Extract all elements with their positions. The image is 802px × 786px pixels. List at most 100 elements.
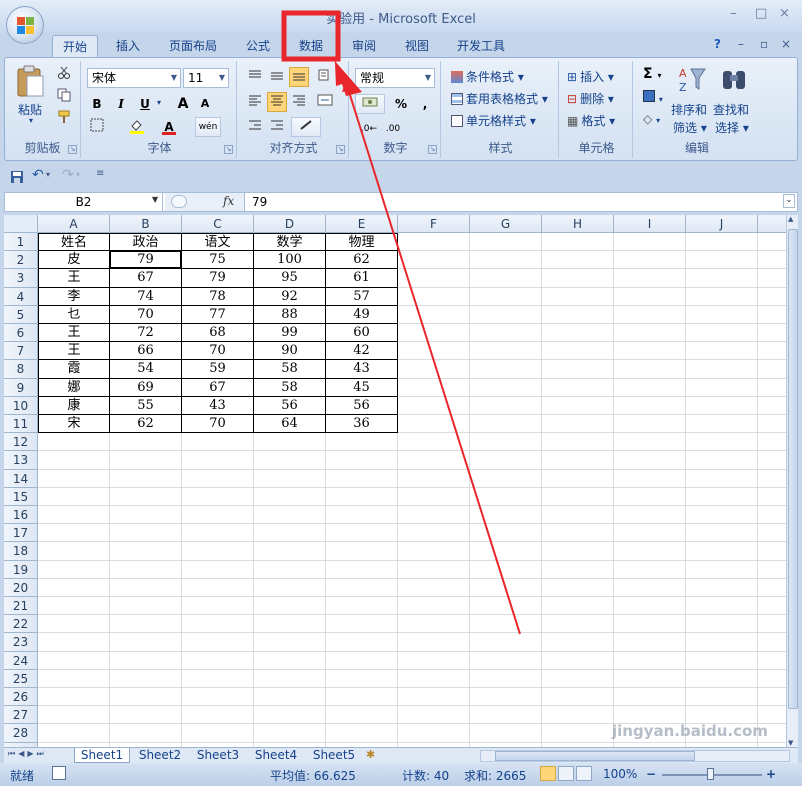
- cell-H25[interactable]: [542, 669, 614, 688]
- currency-button[interactable]: [355, 94, 385, 114]
- cell-A28[interactable]: [38, 724, 110, 743]
- cell-J25[interactable]: [686, 669, 758, 688]
- row-header-1[interactable]: 1: [4, 233, 38, 252]
- cell-J18[interactable]: [686, 542, 758, 561]
- cell-C16[interactable]: [182, 506, 254, 525]
- cell-F23[interactable]: [398, 633, 470, 652]
- column-header-C[interactable]: C: [182, 215, 254, 233]
- paste-dropdown-icon[interactable]: ▾: [29, 116, 33, 125]
- cell-I12[interactable]: [614, 433, 686, 452]
- cell-I22[interactable]: [614, 615, 686, 634]
- cell-G24[interactable]: [470, 651, 542, 670]
- cell-H4[interactable]: [542, 287, 614, 306]
- row-header-27[interactable]: 27: [4, 706, 38, 725]
- cell-A4[interactable]: 李: [38, 287, 110, 306]
- cell-C8[interactable]: 59: [182, 360, 254, 379]
- column-header-G[interactable]: G: [470, 215, 542, 233]
- cell-I5[interactable]: [614, 305, 686, 324]
- help-icon[interactable]: ?: [714, 37, 721, 51]
- formula-collapse-icon[interactable]: [171, 195, 187, 208]
- cell-E11[interactable]: 36: [326, 415, 398, 434]
- cell-J23[interactable]: [686, 633, 758, 652]
- cell-A10[interactable]: 康: [38, 396, 110, 415]
- cell-H8[interactable]: [542, 360, 614, 379]
- cell-J3[interactable]: [686, 269, 758, 288]
- cell-F13[interactable]: [398, 451, 470, 470]
- column-header-I[interactable]: I: [614, 215, 686, 233]
- cell-D28[interactable]: [254, 724, 326, 743]
- align-center-button[interactable]: [267, 92, 287, 112]
- cell-C28[interactable]: [182, 724, 254, 743]
- cell-B26[interactable]: [110, 688, 182, 707]
- cell-E28[interactable]: [326, 724, 398, 743]
- cut-icon[interactable]: [57, 66, 71, 80]
- customize-qat-icon[interactable]: ≡: [96, 168, 104, 179]
- cell-E10[interactable]: 56: [326, 396, 398, 415]
- font-size-select[interactable]: 11 ▼: [183, 68, 229, 88]
- cell-A23[interactable]: [38, 633, 110, 652]
- cell-H5[interactable]: [542, 305, 614, 324]
- align-middle-button[interactable]: [267, 67, 287, 87]
- cell-I17[interactable]: [614, 524, 686, 543]
- cell-F18[interactable]: [398, 542, 470, 561]
- cell-E23[interactable]: [326, 633, 398, 652]
- scroll-up-icon[interactable]: ▲: [788, 215, 793, 223]
- cell-E21[interactable]: [326, 597, 398, 616]
- cell-F4[interactable]: [398, 287, 470, 306]
- cell-I3[interactable]: [614, 269, 686, 288]
- cell-G6[interactable]: [470, 324, 542, 343]
- autosum-button[interactable]: Σ ▾: [643, 66, 661, 82]
- cell-E22[interactable]: [326, 615, 398, 634]
- cell-F12[interactable]: [398, 433, 470, 452]
- cell-G22[interactable]: [470, 615, 542, 634]
- cell-J24[interactable]: [686, 651, 758, 670]
- cell-B7[interactable]: 66: [110, 342, 182, 361]
- cell-F2[interactable]: [398, 251, 470, 270]
- row-header-3[interactable]: 3: [4, 269, 38, 288]
- cell-D2[interactable]: 100: [254, 251, 326, 270]
- cell-G2[interactable]: [470, 251, 542, 270]
- cell-E7[interactable]: 42: [326, 342, 398, 361]
- cell-A25[interactable]: [38, 669, 110, 688]
- number-launcher-icon[interactable]: ↘: [428, 145, 437, 154]
- cell-E12[interactable]: [326, 433, 398, 452]
- cell-F14[interactable]: [398, 469, 470, 488]
- formula-input[interactable]: 79: [252, 193, 267, 211]
- row-header-20[interactable]: 20: [4, 578, 38, 597]
- redo-icon[interactable]: ↷: [62, 167, 74, 183]
- cell-filler[interactable]: [758, 470, 786, 488]
- row-header-13[interactable]: 13: [4, 451, 38, 470]
- sheet-tab-sheet2[interactable]: Sheet2: [132, 748, 188, 763]
- row-header-12[interactable]: 12: [4, 433, 38, 452]
- cell-G27[interactable]: [470, 706, 542, 725]
- zoom-slider-thumb[interactable]: [707, 768, 714, 780]
- cell-C21[interactable]: [182, 597, 254, 616]
- cell-A19[interactable]: [38, 560, 110, 579]
- row-header-4[interactable]: 4: [4, 287, 38, 306]
- format-painter-icon[interactable]: [57, 110, 71, 124]
- ribbon-restore-icon[interactable]: ▫: [760, 37, 768, 51]
- column-header-B[interactable]: B: [110, 215, 182, 233]
- text-direction-button[interactable]: [291, 117, 321, 137]
- cell-B27[interactable]: [110, 706, 182, 725]
- row-header-8[interactable]: 8: [4, 360, 38, 379]
- cell-A16[interactable]: [38, 506, 110, 525]
- cell-E18[interactable]: [326, 542, 398, 561]
- cell-G11[interactable]: [470, 415, 542, 434]
- cell-C1[interactable]: 语文: [182, 233, 254, 252]
- cell-H18[interactable]: [542, 542, 614, 561]
- cell-C27[interactable]: [182, 706, 254, 725]
- cell-J20[interactable]: [686, 578, 758, 597]
- row-header-2[interactable]: 2: [4, 251, 38, 270]
- cell-D8[interactable]: 58: [254, 360, 326, 379]
- cell-E25[interactable]: [326, 669, 398, 688]
- cell-A27[interactable]: [38, 706, 110, 725]
- cell-E27[interactable]: [326, 706, 398, 725]
- cell-J26[interactable]: [686, 688, 758, 707]
- cell-B21[interactable]: [110, 597, 182, 616]
- cell-J21[interactable]: [686, 597, 758, 616]
- cell-H23[interactable]: [542, 633, 614, 652]
- undo-icon[interactable]: ↶: [32, 167, 44, 183]
- align-right-button[interactable]: [289, 92, 309, 112]
- cell-C23[interactable]: [182, 633, 254, 652]
